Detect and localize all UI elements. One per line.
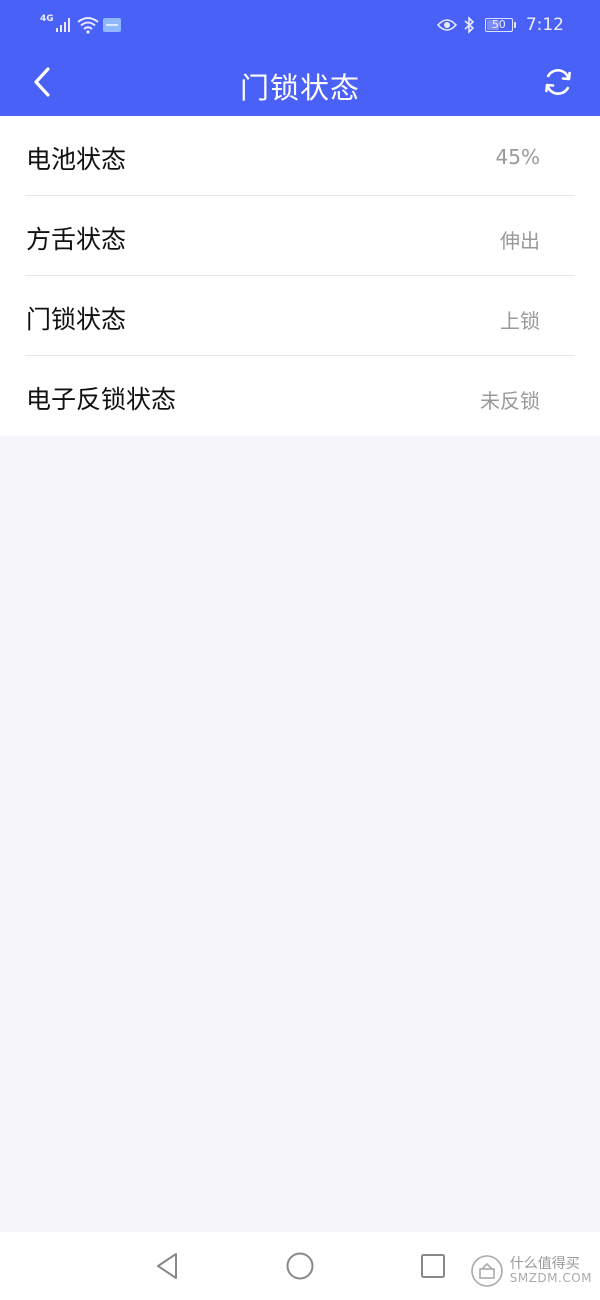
triangle-back-icon xyxy=(157,1253,177,1279)
item-label: 电子反锁状态 xyxy=(26,385,177,414)
list-item-latch-status: 方舌状态 伸出 xyxy=(25,196,575,276)
watermark-cn: 什么值得买 xyxy=(509,1255,580,1272)
status-left-group: 4G xyxy=(40,14,122,36)
status-bar: 4G 50 7:12 xyxy=(0,0,600,50)
watermark: 什么值得买 SMZDM.COM xyxy=(470,1254,592,1288)
status-right-group: 50 7:12 xyxy=(436,12,564,38)
wifi-icon xyxy=(77,17,99,34)
toolbar: 门锁状态 xyxy=(0,50,600,116)
watermark-en: SMZDM.COM xyxy=(509,1271,592,1286)
circle-home-icon xyxy=(286,1252,314,1280)
status-time: 7:12 xyxy=(525,15,564,35)
nav-home-button[interactable] xyxy=(284,1250,316,1282)
battery-tip xyxy=(513,22,516,28)
nav-recents-button[interactable] xyxy=(417,1250,449,1282)
list-item-lock-status: 门锁状态 上锁 xyxy=(25,276,575,356)
battery-level-label: 50 xyxy=(491,18,506,31)
system-nav-bar: 什么值得买 SMZDM.COM xyxy=(0,1232,600,1300)
eye-comfort-icon xyxy=(436,19,457,31)
list-item-battery-status: 电池状态 45% xyxy=(25,116,575,196)
square-recents-icon xyxy=(421,1254,445,1278)
list-item-deadlock-status: 电子反锁状态 未反锁 xyxy=(25,356,575,436)
page-title: 门锁状态 xyxy=(239,71,360,105)
item-label: 电池状态 xyxy=(26,145,127,174)
watermark-logo-icon xyxy=(470,1255,503,1287)
app-header: 4G 50 7:12 门锁状态 xyxy=(0,0,600,116)
item-label: 方舌状态 xyxy=(26,225,127,254)
item-value: 上锁 xyxy=(500,309,540,333)
watermark-text: 什么值得买 SMZDM.COM xyxy=(509,1255,592,1286)
notification-app-icon xyxy=(102,18,121,32)
item-value: 未反锁 xyxy=(480,389,540,413)
refresh-icon xyxy=(545,69,571,95)
lock-status-list: 电池状态 45% 方舌状态 伸出 门锁状态 上锁 电子反锁状态 未反锁 xyxy=(0,116,600,436)
refresh-button[interactable] xyxy=(538,62,578,102)
item-value: 45% xyxy=(495,145,540,169)
item-value: 伸出 xyxy=(500,229,540,253)
nav-back-button[interactable] xyxy=(151,1250,183,1282)
signal-icon xyxy=(55,18,70,32)
bluetooth-icon xyxy=(464,16,474,34)
item-label: 门锁状态 xyxy=(26,305,127,334)
battery-icon: 50 xyxy=(484,18,513,32)
network-type-label: 4G xyxy=(40,14,54,24)
